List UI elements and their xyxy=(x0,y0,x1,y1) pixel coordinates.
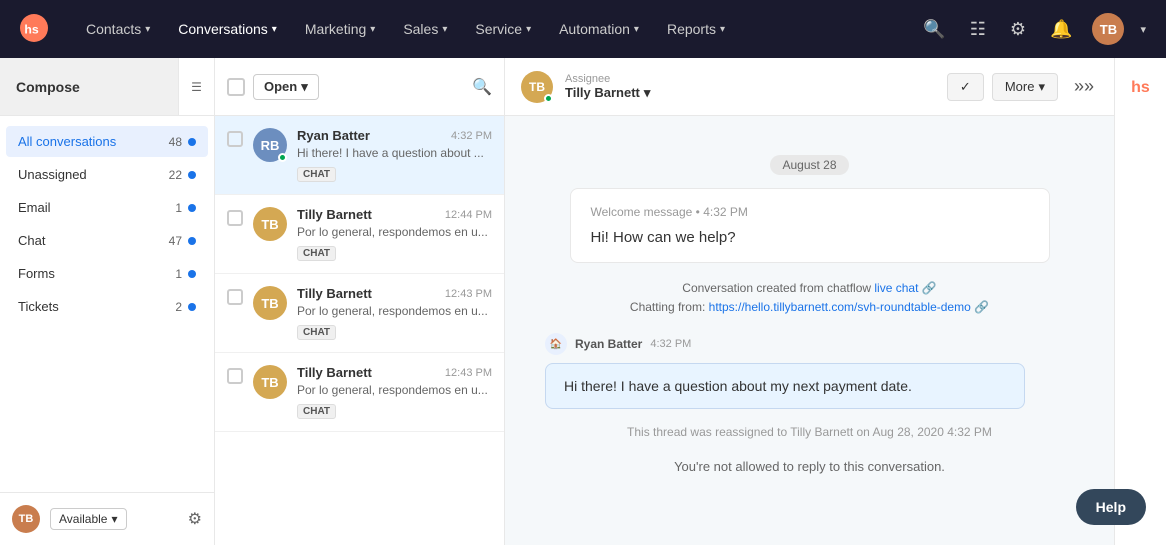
sidebar-item-all-conversations[interactable]: All conversations 48 xyxy=(6,126,208,157)
sidebar-nav: All conversations 48 Unassigned 22 Email… xyxy=(0,116,214,492)
unread-dot xyxy=(188,171,196,179)
nav-contacts[interactable]: Contacts ▾ xyxy=(72,0,164,58)
unread-dot xyxy=(188,270,196,278)
chevron-down-icon: ▾ xyxy=(720,24,725,35)
conversation-checkbox[interactable] xyxy=(227,289,243,305)
sidebar-item-chat[interactable]: Chat 47 xyxy=(6,225,208,256)
nav-reports[interactable]: Reports ▾ xyxy=(653,0,739,58)
contact-avatar: TB xyxy=(253,365,287,399)
welcome-bubble: Welcome message • 4:32 PM Hi! How can we… xyxy=(570,188,1050,263)
chevron-down-icon: ▾ xyxy=(272,24,277,35)
chat-header-actions: ✓ More ▾ xyxy=(947,73,1058,101)
sidebar-item-tickets[interactable]: Tickets 2 xyxy=(6,291,208,322)
user-avatar[interactable]: TB xyxy=(1092,13,1124,45)
right-panel: hs xyxy=(1114,58,1166,545)
chevron-down-icon: ▾ xyxy=(301,79,308,95)
left-sidebar: Compose ☰ All conversations 48 Unassigne… xyxy=(0,58,215,545)
sidebar-item-forms[interactable]: Forms 1 xyxy=(6,258,208,289)
svg-text:hs: hs xyxy=(24,22,38,36)
compose-button[interactable]: Compose xyxy=(0,58,178,115)
sidebar-footer: TB Available ▾ ⚙ xyxy=(0,492,214,545)
nav-automation[interactable]: Automation ▾ xyxy=(545,0,653,58)
chat-header: TB Assignee Tilly Barnett ▾ ✓ More ▾ » xyxy=(505,58,1114,116)
user-avatar-small: TB xyxy=(12,505,40,533)
chevron-down-icon: ▾ xyxy=(442,24,447,35)
welcome-header: Welcome message • 4:32 PM xyxy=(591,205,1029,219)
conv-list-header: Open ▾ 🔍 xyxy=(215,58,504,116)
main-layout: Compose ☰ All conversations 48 Unassigne… xyxy=(0,58,1166,545)
unread-dot xyxy=(188,138,196,146)
expand-panel-button[interactable]: »» xyxy=(1070,72,1098,101)
contact-avatar: RB xyxy=(253,128,287,162)
unread-dot xyxy=(188,204,196,212)
chat-main: TB Assignee Tilly Barnett ▾ ✓ More ▾ » xyxy=(505,58,1114,545)
settings-button[interactable]: ⚙ xyxy=(1006,15,1030,44)
resolve-button[interactable]: ✓ xyxy=(947,73,984,101)
conversation-checkbox[interactable] xyxy=(227,210,243,226)
top-navigation: hs Contacts ▾ Conversations ▾ Marketing … xyxy=(0,0,1166,58)
nav-conversations[interactable]: Conversations ▾ xyxy=(164,0,291,58)
welcome-text: Hi! How can we help? xyxy=(591,229,1029,246)
contact-avatar: TB xyxy=(253,286,287,320)
chevron-down-icon: ▾ xyxy=(145,24,150,35)
search-button[interactable]: 🔍 xyxy=(919,15,949,44)
panel-logo-button[interactable]: hs xyxy=(1125,70,1156,103)
nav-marketing[interactable]: Marketing ▾ xyxy=(291,0,390,58)
help-button[interactable]: Help xyxy=(1076,489,1146,525)
welcome-message-wrap: Welcome message • 4:32 PM Hi! How can we… xyxy=(545,188,1074,263)
online-status-dot xyxy=(278,153,287,162)
not-allowed-notice: You're not allowed to reply to this conv… xyxy=(545,459,1074,474)
chatting-from-url[interactable]: https://hello.tillybarnett.com/svh-round… xyxy=(709,300,971,314)
conversation-item[interactable]: TB Tilly Barnett 12:43 PM Por lo general… xyxy=(215,274,504,353)
chevron-down-icon: ▾ xyxy=(370,24,375,35)
unread-dot xyxy=(188,237,196,245)
sidebar-item-unassigned[interactable]: Unassigned 22 xyxy=(6,159,208,190)
assignee-name-button[interactable]: Tilly Barnett ▾ xyxy=(565,85,650,101)
chevron-down-icon: ▾ xyxy=(526,24,531,35)
notifications-button[interactable]: 🔔 xyxy=(1046,15,1076,44)
user-message-icon: 🏠 xyxy=(545,333,567,355)
nav-service[interactable]: Service ▾ xyxy=(461,0,545,58)
user-menu-chevron[interactable]: ▾ xyxy=(1140,23,1146,36)
chevron-down-icon: ▾ xyxy=(634,24,639,35)
reassigned-notice: This thread was reassigned to Tilly Barn… xyxy=(545,425,1074,439)
compose-area: Compose ☰ xyxy=(0,58,214,116)
inbox-settings-button[interactable]: ⚙ xyxy=(188,509,202,529)
conversation-item[interactable]: TB Tilly Barnett 12:44 PM Por lo general… xyxy=(215,195,504,274)
chevron-down-icon: ▾ xyxy=(1038,79,1045,95)
unread-dot xyxy=(188,303,196,311)
sidebar-item-email[interactable]: Email 1 xyxy=(6,192,208,223)
nav-right-actions: 🔍 ☷ ⚙ 🔔 TB ▾ xyxy=(919,13,1146,45)
online-status-dot xyxy=(544,94,553,103)
conversation-checkbox[interactable] xyxy=(227,368,243,384)
conversation-list: Open ▾ 🔍 RB Ryan Batter 4:32 PM Hi there… xyxy=(215,58,505,545)
date-divider: August 28 xyxy=(545,156,1074,172)
user-message-header: 🏠 Ryan Batter 4:32 PM xyxy=(545,333,1074,355)
more-button[interactable]: More ▾ xyxy=(992,73,1058,101)
contact-avatar: TB xyxy=(253,207,287,241)
conversation-created-info: Conversation created from chatflow live … xyxy=(545,279,1074,317)
live-chat-link[interactable]: live chat xyxy=(874,281,918,295)
hubspot-logo[interactable]: hs xyxy=(20,14,48,45)
user-message-wrap: 🏠 Ryan Batter 4:32 PM Hi there! I have a… xyxy=(545,333,1074,409)
conversation-checkbox[interactable] xyxy=(227,131,243,147)
conversation-item[interactable]: TB Tilly Barnett 12:43 PM Por lo general… xyxy=(215,353,504,432)
marketplace-button[interactable]: ☷ xyxy=(966,15,990,44)
chevron-down-icon: ▾ xyxy=(644,85,651,101)
conversation-search-button[interactable]: 🔍 xyxy=(472,77,492,97)
nav-sales[interactable]: Sales ▾ xyxy=(389,0,461,58)
conversation-item[interactable]: RB Ryan Batter 4:32 PM Hi there! I have … xyxy=(215,116,504,195)
assignee-avatar: TB xyxy=(521,71,553,103)
availability-button[interactable]: Available ▾ xyxy=(50,508,127,530)
chat-body: August 28 Welcome message • 4:32 PM Hi! … xyxy=(505,116,1114,545)
user-message-bubble: Hi there! I have a question about my nex… xyxy=(545,363,1025,409)
open-filter-button[interactable]: Open ▾ xyxy=(253,74,319,100)
assignee-info: Assignee Tilly Barnett ▾ xyxy=(565,73,650,101)
select-all-checkbox[interactable] xyxy=(227,78,245,96)
chevron-down-icon: ▾ xyxy=(111,512,117,526)
sidebar-toggle-button[interactable]: ☰ xyxy=(178,58,214,116)
